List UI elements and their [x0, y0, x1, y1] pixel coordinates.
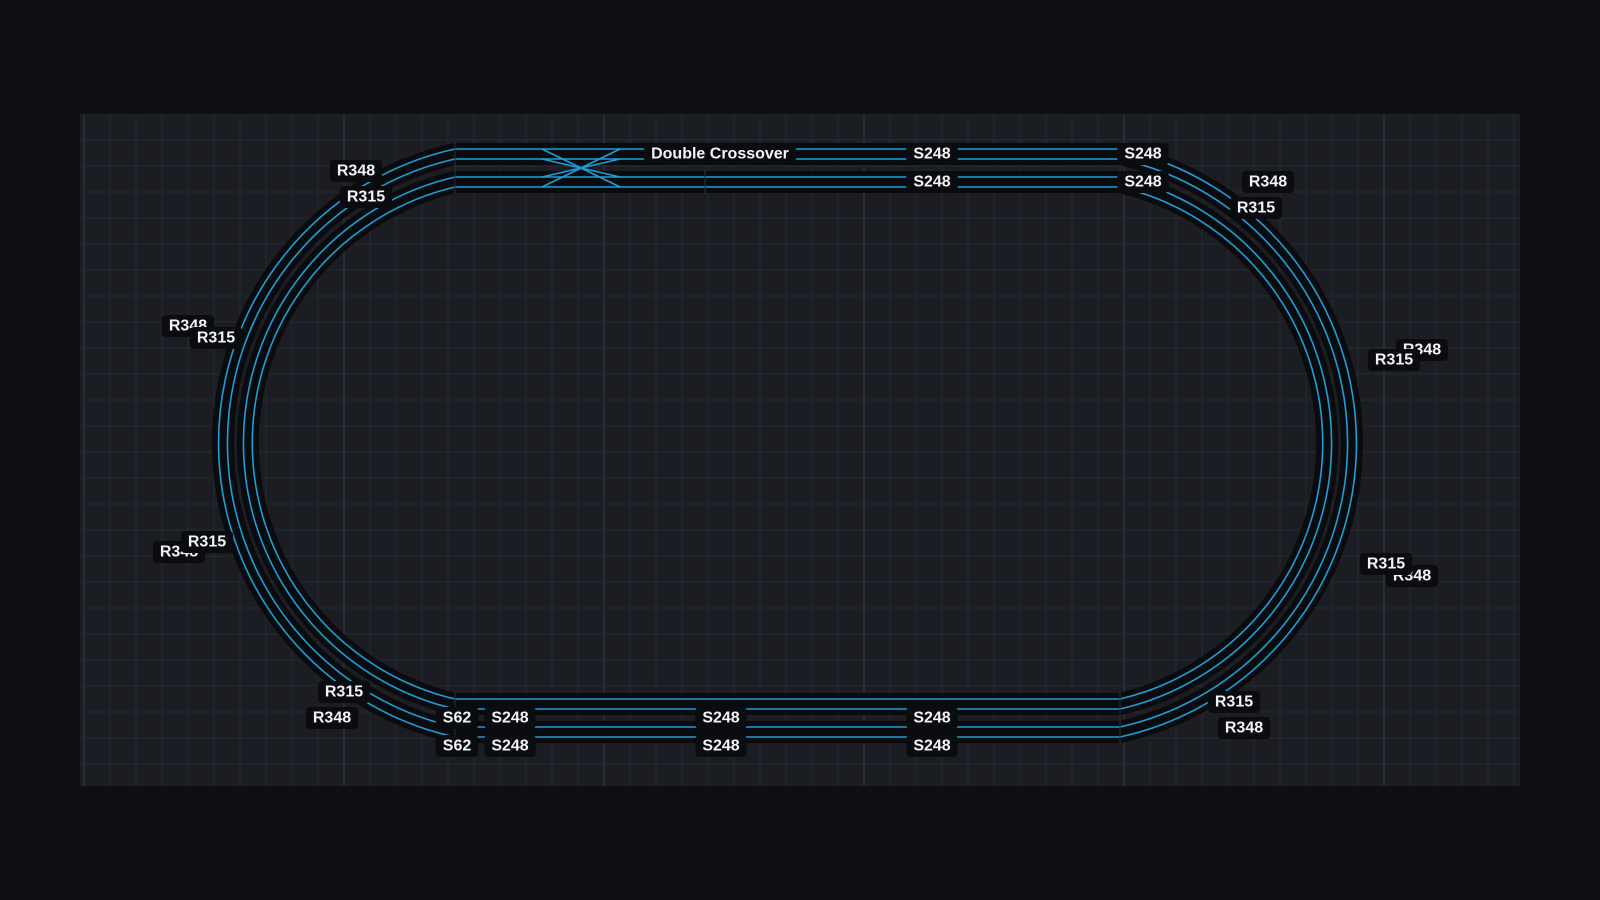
piece-label-br-outer[interactable]: R348	[1217, 717, 1271, 739]
outer-track-bed	[211, 143, 1364, 743]
piece-label-text: R315	[1367, 556, 1405, 573]
inner-track-bed	[236, 171, 1339, 715]
piece-label-text: R315	[325, 684, 363, 701]
grid	[80, 114, 1520, 786]
track-plan: Double Crossover S248 S248 S248 S248 R348 R315…	[80, 114, 1520, 786]
piece-label-bot-inner-s62[interactable]: S62	[435, 707, 479, 729]
piece-label-bot-inner-1[interactable]: S248	[484, 707, 536, 729]
piece-label-top-inner-2[interactable]: S248	[1117, 171, 1169, 193]
piece-label-bot-inner-2[interactable]: S248	[695, 707, 747, 729]
piece-label-tl-inner[interactable]: R315	[339, 186, 393, 208]
piece-label-top-outer-2[interactable]: S248	[1117, 143, 1169, 165]
piece-label-text: R315	[347, 189, 385, 206]
piece-label-bl-outer[interactable]: R348	[305, 707, 359, 729]
piece-label-top-outer-1[interactable]: S248	[906, 143, 958, 165]
piece-label-text: R315	[1375, 352, 1413, 369]
outer-track-rail-a	[217, 148, 1358, 738]
piece-label-text: R348	[1225, 720, 1263, 737]
rails	[217, 148, 1358, 738]
piece-label-bl-inner[interactable]: R315	[317, 681, 371, 703]
piece-label-tr-inner[interactable]: R315	[1229, 197, 1283, 219]
piece-label-text: R315	[188, 534, 226, 551]
piece-label-text: S248	[913, 146, 950, 163]
piece-label-text: S248	[491, 710, 528, 727]
piece-label-bot-inner-3[interactable]: S248	[906, 707, 958, 729]
piece-label-bot-outer-2[interactable]: S248	[695, 735, 747, 757]
piece-label-text: R315	[1237, 200, 1275, 217]
piece-label-text: R348	[337, 163, 375, 180]
piece-label-br-inner[interactable]: R315	[1207, 691, 1261, 713]
piece-label-l-lo-inner[interactable]: R315	[180, 531, 234, 553]
piece-label-text: R315	[197, 330, 235, 347]
piece-label-text: S248	[702, 710, 739, 727]
piece-label-crossover[interactable]: Double Crossover	[644, 143, 796, 165]
inner-track-rail-b	[251, 186, 1324, 700]
piece-label-bot-outer-1[interactable]: S248	[484, 735, 536, 757]
track-beds	[211, 143, 1364, 743]
piece-label-bot-outer-3[interactable]: S248	[906, 735, 958, 757]
piece-label-bot-outer-s62[interactable]: S62	[435, 735, 479, 757]
piece-label-text: S248	[491, 738, 528, 755]
piece-label-text: S248	[913, 710, 950, 727]
inner-track-rail-a	[242, 176, 1333, 710]
piece-label-text: S248	[1124, 146, 1161, 163]
piece-label-text: R348	[313, 710, 351, 727]
piece-label-text: S62	[443, 738, 472, 755]
piece-label-text: Double Crossover	[651, 146, 789, 163]
piece-label-text: S248	[913, 738, 950, 755]
piece-label-text: S248	[702, 738, 739, 755]
piece-label-text: S62	[443, 710, 472, 727]
piece-label-text: S248	[913, 174, 950, 191]
piece-label-text: S248	[1124, 174, 1161, 191]
piece-label-r-lo-inner[interactable]: R315	[1359, 553, 1413, 575]
piece-label-text: R315	[1215, 694, 1253, 711]
piece-label-r-up-inner[interactable]: R315	[1367, 349, 1421, 371]
piece-label-tl-outer[interactable]: R348	[329, 160, 383, 182]
track-layout-canvas[interactable]: Double Crossover S248 S248 S248 S248 R348 R315…	[80, 114, 1520, 786]
piece-label-text: R348	[1249, 174, 1287, 191]
piece-label-top-inner-1[interactable]: S248	[906, 171, 958, 193]
piece-label-tr-outer[interactable]: R348	[1241, 171, 1295, 193]
piece-label-l-up-inner[interactable]: R315	[189, 327, 243, 349]
